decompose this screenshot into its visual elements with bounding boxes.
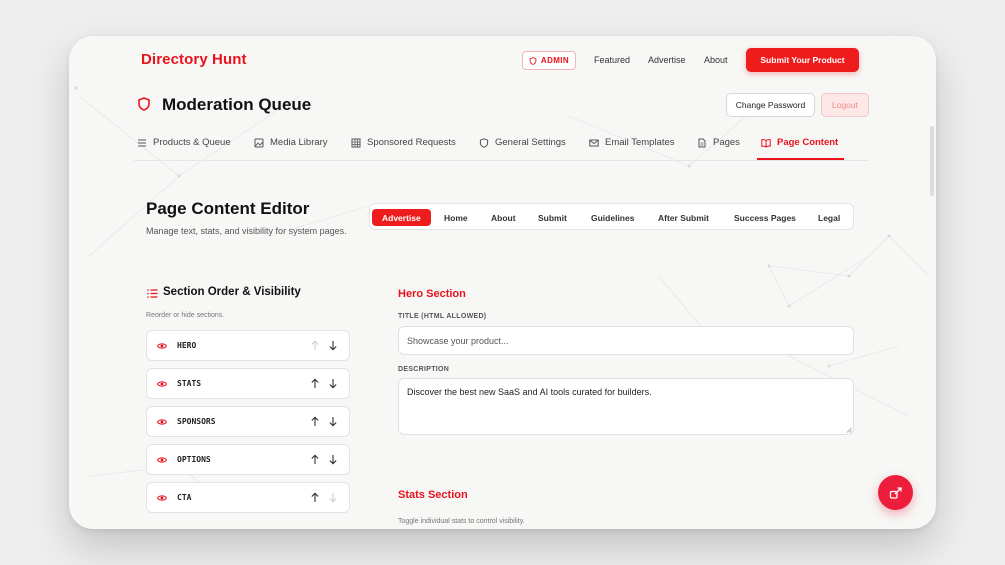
nav-about[interactable]: About (704, 55, 728, 65)
tab-label: General Settings (495, 137, 566, 148)
arrow-up-icon[interactable] (310, 416, 320, 427)
hero-section-title: Hero Section (398, 288, 466, 300)
floating-action-button[interactable] (878, 475, 913, 510)
tab-label: Products & Queue (153, 137, 231, 148)
subtab-after-submit[interactable]: After Submit (658, 209, 709, 226)
mail-icon (589, 139, 599, 146)
eye-icon[interactable] (157, 417, 167, 427)
section-row-cta[interactable]: CTA (146, 482, 350, 513)
tab-label: Sponsored Requests (367, 137, 456, 148)
subtab-home[interactable]: Home (444, 209, 468, 226)
eye-icon[interactable] (157, 379, 167, 389)
tab-label: Media Library (270, 137, 328, 148)
section-label: HERO (177, 341, 197, 350)
stats-section-title: Stats Section (398, 489, 468, 501)
subtab-submit[interactable]: Submit (538, 209, 567, 226)
hero-title-input[interactable] (398, 326, 854, 355)
scrollbar[interactable] (930, 126, 934, 196)
section-label: STATS (177, 379, 202, 388)
arrow-up-icon[interactable] (310, 454, 320, 465)
tab-label: Page Content (777, 137, 839, 148)
hero-title-label: TITLE (HTML ALLOWED) (398, 313, 487, 320)
hero-description-label: DESCRIPTION (398, 366, 450, 373)
nav-featured[interactable]: Featured (594, 55, 630, 65)
editor-subtitle: Manage text, stats, and visibility for s… (146, 226, 347, 236)
shield-icon (138, 97, 150, 111)
list-icon (138, 139, 146, 146)
eye-icon[interactable] (157, 455, 167, 465)
arrow-up-icon[interactable] (310, 378, 320, 389)
section-row-hero[interactable]: HERO (146, 330, 350, 361)
arrow-down-icon[interactable] (328, 492, 338, 503)
stats-section-hint: Toggle individual stats to control visib… (398, 518, 525, 525)
tab-pages[interactable]: Pages (697, 137, 740, 148)
tab-email-templates[interactable]: Email Templates (589, 137, 675, 148)
tab-general-settings[interactable]: General Settings (479, 137, 566, 148)
subtab-guidelines[interactable]: Guidelines (591, 209, 634, 226)
brand-logo[interactable]: Directory Hunt (141, 51, 247, 68)
arrow-up-icon[interactable] (310, 340, 320, 351)
page-title: Moderation Queue (162, 95, 312, 114)
shield-icon (479, 137, 489, 148)
tab-page-content[interactable]: Page Content (761, 137, 838, 148)
arrow-down-icon[interactable] (328, 378, 338, 389)
subtab-about[interactable]: About (491, 209, 516, 226)
section-row-sponsors[interactable]: SPONSORS (146, 406, 350, 437)
logout-button[interactable]: Logout (821, 93, 869, 117)
share-icon (889, 486, 902, 499)
section-row-stats[interactable]: STATS (146, 368, 350, 399)
change-password-button[interactable]: Change Password (726, 93, 815, 117)
arrow-down-icon[interactable] (328, 454, 338, 465)
arrow-down-icon[interactable] (328, 340, 338, 351)
admin-badge-label: ADMIN (540, 56, 570, 65)
arrow-down-icon[interactable] (328, 416, 338, 427)
nav-advertise[interactable]: Advertise (648, 55, 686, 65)
subtab-legal[interactable]: Legal (818, 209, 840, 226)
list-ordered-icon (147, 289, 158, 298)
section-row-options[interactable]: OPTIONS (146, 444, 350, 475)
editor-title: Page Content Editor (146, 199, 310, 218)
admin-badge: ADMIN (522, 51, 576, 70)
hero-description-textarea[interactable]: Discover the best new SaaS and AI tools … (398, 378, 854, 435)
shield-icon (529, 56, 537, 65)
subtab-success-pages[interactable]: Success Pages (734, 209, 796, 226)
tab-label: Pages (713, 137, 740, 148)
page-subtabs: Advertise Home About Submit Guidelines A… (369, 203, 854, 230)
active-tab-indicator (757, 158, 844, 160)
eye-icon[interactable] (157, 493, 167, 503)
file-icon (698, 138, 706, 147)
tab-products-queue[interactable]: Products & Queue (137, 137, 231, 148)
section-order-hint: Reorder or hide sections. (146, 312, 225, 319)
submit-product-button[interactable]: Submit Your Product (746, 48, 859, 72)
section-label: OPTIONS (177, 455, 211, 464)
tabs-divider (134, 160, 868, 161)
app-window: Directory Hunt ADMIN Featured Advertise … (69, 36, 936, 529)
arrow-up-icon[interactable] (310, 492, 320, 503)
tab-sponsored-requests[interactable]: Sponsored Requests (351, 137, 456, 148)
image-icon (254, 138, 264, 147)
subtab-advertise[interactable]: Advertise (372, 209, 431, 226)
eye-icon[interactable] (157, 341, 167, 351)
section-order-title: Section Order & Visibility (163, 286, 301, 298)
section-label: SPONSORS (177, 417, 216, 426)
tab-label: Email Templates (605, 137, 675, 148)
resize-grip-icon[interactable] (846, 427, 852, 433)
section-label: CTA (177, 493, 192, 502)
grid-icon (351, 138, 361, 147)
tab-media-library[interactable]: Media Library (254, 137, 328, 148)
book-icon (761, 138, 771, 148)
